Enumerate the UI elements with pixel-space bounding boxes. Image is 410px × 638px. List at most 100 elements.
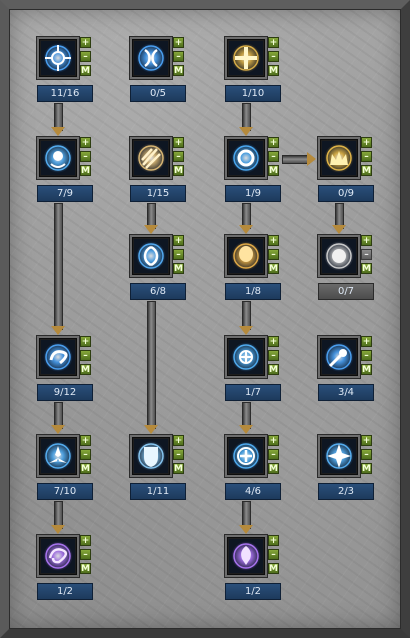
twin-wing-icon[interactable]	[129, 234, 173, 278]
skill-slot[interactable]: + – M 1/2	[36, 534, 93, 601]
max-skill-button[interactable]: M	[268, 463, 279, 474]
skill-slot[interactable]: + – M 1/10	[224, 36, 281, 103]
prerequisite-arrow	[239, 103, 253, 136]
decrease-skill-button[interactable]: –	[173, 449, 184, 460]
decrease-skill-button[interactable]: –	[80, 449, 91, 460]
max-skill-button[interactable]: M	[361, 165, 372, 176]
vortex-ring-icon[interactable]	[224, 136, 268, 180]
max-skill-button[interactable]: M	[268, 263, 279, 274]
decrease-skill-button[interactable]: –	[268, 549, 279, 560]
max-skill-button[interactable]: M	[80, 165, 91, 176]
skill-slot[interactable]: + – M 0/7	[317, 234, 374, 301]
max-skill-button[interactable]: M	[173, 263, 184, 274]
increase-skill-button[interactable]: +	[268, 535, 279, 546]
increase-skill-button[interactable]: +	[361, 235, 372, 246]
increase-skill-button[interactable]: +	[80, 37, 91, 48]
blue-swirl-icon[interactable]	[36, 335, 80, 379]
max-skill-button[interactable]: M	[268, 364, 279, 375]
skill-slot[interactable]: + – M 3/4	[317, 335, 374, 402]
skill-slot[interactable]: + – M 9/12	[36, 335, 93, 402]
increase-skill-button[interactable]: +	[173, 37, 184, 48]
increase-skill-button[interactable]: +	[361, 336, 372, 347]
increase-skill-button[interactable]: +	[80, 336, 91, 347]
max-skill-button[interactable]: M	[268, 165, 279, 176]
violet-crest-icon[interactable]	[224, 534, 268, 578]
increase-skill-button[interactable]: +	[268, 336, 279, 347]
max-skill-button[interactable]: M	[268, 65, 279, 76]
crossed-orb-icon[interactable]	[224, 335, 268, 379]
decrease-skill-button[interactable]: –	[361, 350, 372, 361]
increase-skill-button[interactable]: +	[173, 137, 184, 148]
skill-slot[interactable]: + – M 1/2	[224, 534, 281, 601]
max-skill-button[interactable]: M	[361, 463, 372, 474]
claw-slash-icon[interactable]	[129, 136, 173, 180]
decrease-skill-button[interactable]: –	[268, 51, 279, 62]
blue-ring-orb-icon[interactable]	[36, 136, 80, 180]
four-point-star-icon[interactable]	[317, 434, 361, 478]
decrease-skill-button[interactable]: –	[173, 249, 184, 260]
max-skill-button[interactable]: M	[173, 165, 184, 176]
prerequisite-arrow	[51, 402, 65, 434]
decrease-skill-button[interactable]: –	[268, 249, 279, 260]
comet-orb-icon[interactable]	[317, 335, 361, 379]
decrease-skill-button[interactable]: –	[173, 151, 184, 162]
skill-slot[interactable]: + – M 1/11	[129, 434, 186, 501]
decrease-skill-button[interactable]: –	[361, 151, 372, 162]
amber-orb-icon[interactable]	[224, 234, 268, 278]
max-skill-button[interactable]: M	[80, 563, 91, 574]
decrease-skill-button[interactable]: –	[268, 449, 279, 460]
skill-slot[interactable]: + – M 2/3	[317, 434, 374, 501]
golden-cross-icon[interactable]	[224, 36, 268, 80]
max-skill-button[interactable]: M	[80, 463, 91, 474]
max-skill-button[interactable]: M	[80, 364, 91, 375]
decrease-skill-button[interactable]: –	[268, 151, 279, 162]
decrease-skill-button[interactable]: –	[80, 51, 91, 62]
skill-slot[interactable]: + – M 1/9	[224, 136, 281, 203]
increase-skill-button[interactable]: +	[173, 235, 184, 246]
violet-swirl-icon[interactable]	[36, 534, 80, 578]
skill-level-label: 9/12	[37, 384, 93, 401]
decrease-skill-button[interactable]: –	[268, 350, 279, 361]
skill-slot[interactable]: + – M 7/10	[36, 434, 93, 501]
crosshair-orb-icon[interactable]	[36, 36, 80, 80]
max-skill-button[interactable]: M	[173, 65, 184, 76]
increase-skill-button[interactable]: +	[268, 435, 279, 446]
golden-crown-icon[interactable]	[317, 136, 361, 180]
increase-skill-button[interactable]: +	[80, 435, 91, 446]
decrease-skill-button[interactable]: –	[173, 51, 184, 62]
skill-slot[interactable]: + – M 1/8	[224, 234, 281, 301]
prerequisite-arrow	[239, 402, 253, 434]
skill-slot[interactable]: + – M 11/16	[36, 36, 93, 103]
skill-slot[interactable]: + – M 7/9	[36, 136, 93, 203]
increase-skill-button[interactable]: +	[80, 535, 91, 546]
tri-blade-icon[interactable]	[36, 434, 80, 478]
skill-slot[interactable]: + – M 4/6	[224, 434, 281, 501]
split-orb-icon[interactable]	[129, 36, 173, 80]
decrease-skill-button[interactable]: –	[361, 449, 372, 460]
plus-ring-icon[interactable]	[224, 434, 268, 478]
increase-skill-button[interactable]: +	[361, 137, 372, 148]
max-skill-button[interactable]: M	[268, 563, 279, 574]
skill-slot[interactable]: + – M 6/8	[129, 234, 186, 301]
max-skill-button[interactable]: M	[80, 65, 91, 76]
increase-skill-button[interactable]: +	[361, 435, 372, 446]
skill-slot[interactable]: + – M 1/15	[129, 136, 186, 203]
decrease-skill-button[interactable]: –	[80, 350, 91, 361]
skill-slot[interactable]: + – M 1/7	[224, 335, 281, 402]
skill-slot[interactable]: + – M 0/5	[129, 36, 186, 103]
prerequisite-arrow	[332, 203, 346, 234]
decrease-skill-button[interactable]: –	[80, 151, 91, 162]
max-skill-button[interactable]: M	[361, 364, 372, 375]
increase-skill-button[interactable]: +	[173, 435, 184, 446]
frost-shield-icon[interactable]	[129, 434, 173, 478]
max-skill-button[interactable]: M	[361, 263, 372, 274]
pale-orb-icon[interactable]	[317, 234, 361, 278]
decrease-skill-button[interactable]: –	[80, 549, 91, 560]
skill-slot[interactable]: + – M 0/9	[317, 136, 374, 203]
decrease-skill-button[interactable]: –	[361, 249, 372, 260]
increase-skill-button[interactable]: +	[268, 37, 279, 48]
increase-skill-button[interactable]: +	[80, 137, 91, 148]
max-skill-button[interactable]: M	[173, 463, 184, 474]
increase-skill-button[interactable]: +	[268, 137, 279, 148]
increase-skill-button[interactable]: +	[268, 235, 279, 246]
